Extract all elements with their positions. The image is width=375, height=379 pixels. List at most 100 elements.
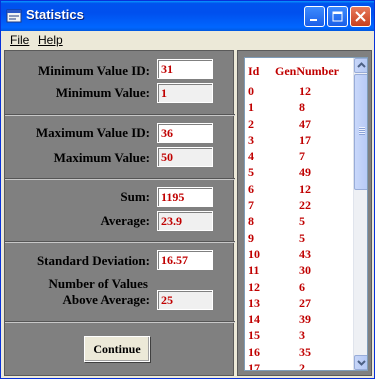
list-item[interactable]: 15 3 [245, 328, 353, 344]
list-item-gennumber: 49 [299, 165, 311, 180]
list-item-id: 14 [248, 312, 260, 327]
list-item-gennumber: 17 [299, 132, 311, 147]
statistics-window: Statistics File Help Minimum Value ID: 3… [0, 0, 375, 379]
scroll-thumb[interactable] [354, 74, 367, 190]
max-id-field[interactable]: 36 [157, 123, 213, 143]
app-icon [6, 9, 22, 23]
list-item-id: 2 [248, 116, 254, 131]
close-icon [355, 11, 366, 22]
list-item-id: 4 [248, 149, 254, 164]
values-list[interactable]: Id GenNumber 0 12 1 8 2 47 3 17 4 7 5 49 6 12 7 22 8 5 9 5 1… [244, 57, 368, 371]
list-item-id: 12 [248, 279, 260, 294]
max-value-label: Maximum Value: [53, 150, 150, 165]
list-rows: 0 12 1 8 2 47 3 17 4 7 5 49 6 12 7 22 8 5 9 5 10 43 11 30 12 6 13 2… [245, 84, 353, 371]
list-item[interactable]: 10 43 [245, 247, 353, 263]
list-item[interactable]: 17 2 [245, 361, 353, 371]
list-item[interactable]: 16 35 [245, 345, 353, 361]
above-average-label-line2: Above Average: [62, 292, 150, 307]
menu-bar: File Help [1, 31, 374, 49]
list-header-gennumber: GenNumber [275, 64, 339, 78]
list-item-id: 10 [248, 246, 260, 261]
list-header-id: Id [248, 64, 260, 78]
list-item-id: 5 [248, 165, 254, 180]
list-item[interactable]: 95 [245, 231, 353, 247]
list-item-id: 7 [248, 198, 254, 213]
list-item-id: 1 [248, 100, 254, 115]
list-item[interactable]: 6 12 [245, 182, 353, 198]
list-item-gennumber: 39 [299, 312, 311, 327]
list-item-gennumber: 43 [299, 246, 311, 261]
list-header: Id GenNumber [245, 64, 353, 78]
min-id-label: Minimum Value ID: [38, 63, 150, 78]
list-item-id: 8 [248, 214, 254, 229]
divider [5, 114, 235, 116]
list-item-gennumber: 12 [299, 181, 311, 196]
list-item[interactable]: 13 27 [245, 296, 353, 312]
list-item[interactable]: 3 17 [245, 133, 353, 149]
chevron-up-icon [357, 62, 366, 68]
above-average-field[interactable]: 25 [157, 290, 213, 310]
list-item-id: 0 [248, 84, 254, 98]
list-item[interactable]: 5 49 [245, 165, 353, 181]
list-item-gennumber: 8 [299, 100, 305, 115]
statistics-panel: Minimum Value ID: 31 Minimum Value: 1 Ma… [4, 50, 235, 376]
list-item-gennumber: 7 [299, 149, 305, 164]
sum-field[interactable]: 1195 [157, 187, 213, 207]
list-item[interactable]: 47 [245, 149, 353, 165]
list-item-gennumber: 5 [299, 214, 305, 229]
scroll-up-button[interactable] [354, 58, 367, 73]
list-item-id: 3 [248, 132, 254, 147]
list-item-gennumber: 35 [299, 344, 311, 359]
minimize-button[interactable] [304, 6, 325, 27]
list-item-id: 6 [248, 181, 254, 196]
maximize-button[interactable] [327, 6, 348, 27]
close-button[interactable] [350, 6, 371, 27]
min-id-field[interactable]: 31 [157, 59, 213, 79]
list-item[interactable]: 18 [245, 100, 353, 116]
list-item-id: 13 [248, 295, 260, 310]
list-scrollbar[interactable] [353, 58, 367, 370]
stddev-field[interactable]: 16.57 [157, 250, 213, 270]
list-item[interactable]: 11 30 [245, 263, 353, 279]
maximize-icon [332, 11, 343, 22]
sum-label: Sum: [120, 189, 150, 204]
list-item-id: 11 [248, 263, 260, 278]
list-item-gennumber: 6 [299, 279, 305, 294]
list-item-gennumber: 47 [299, 116, 311, 131]
title-bar[interactable]: Statistics [1, 1, 374, 31]
divider [5, 321, 235, 323]
list-item-gennumber: 27 [299, 295, 311, 310]
continue-button[interactable]: Continue [84, 336, 150, 362]
list-item-id: 17 [248, 361, 260, 371]
list-item[interactable]: 12 6 [245, 280, 353, 296]
min-value-field[interactable]: 1 [157, 83, 213, 103]
list-panel: Id GenNumber 0 12 1 8 2 47 3 17 4 7 5 49 6 12 7 22 8 5 9 5 1… [237, 50, 372, 376]
menu-help[interactable]: Help [38, 33, 63, 47]
list-item[interactable]: 14 39 [245, 312, 353, 328]
list-item-id: 9 [248, 230, 254, 245]
list-item[interactable]: 85 [245, 214, 353, 230]
menu-file-label: File [10, 33, 30, 47]
list-item[interactable]: 2 47 [245, 117, 353, 133]
list-item-gennumber: 22 [299, 198, 311, 213]
menu-file[interactable]: File [10, 33, 29, 47]
minimize-icon [310, 19, 317, 21]
list-item[interactable]: 0 12 [245, 84, 353, 100]
max-value-field[interactable]: 50 [157, 147, 213, 167]
divider [5, 178, 235, 180]
list-item-gennumber: 30 [299, 263, 311, 278]
list-item-id: 16 [248, 344, 260, 359]
list-item[interactable]: 7 22 [245, 198, 353, 214]
window-title: Statistics [26, 7, 84, 22]
divider [5, 241, 235, 243]
stddev-label: Standard Deviation: [36, 253, 150, 268]
average-field[interactable]: 23.9 [157, 211, 213, 231]
min-value-label: Minimum Value: [55, 85, 150, 100]
scroll-down-button[interactable] [354, 355, 367, 370]
scroll-grip-icon [359, 127, 365, 135]
above-average-label-line1: Number of Values [48, 276, 148, 291]
chevron-down-icon [357, 360, 366, 366]
average-label: Average: [100, 213, 150, 228]
list-item-gennumber: 12 [299, 84, 311, 98]
list-item-gennumber: 3 [299, 328, 305, 343]
